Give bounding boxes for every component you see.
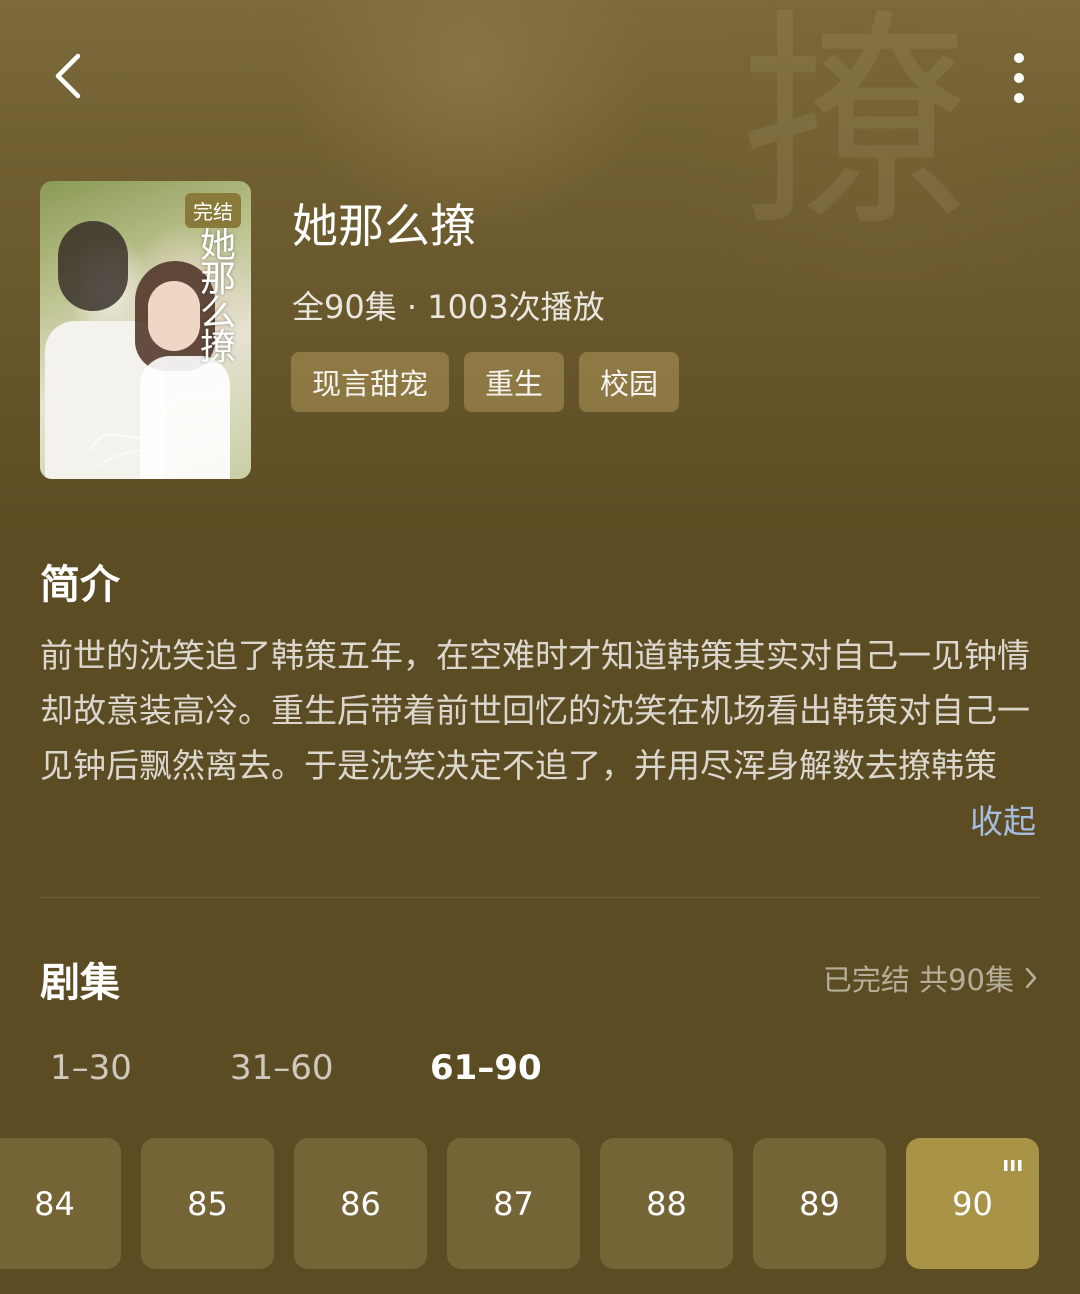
- range-tab-active[interactable]: 61–90: [430, 1048, 542, 1088]
- range-tab[interactable]: 1–30: [50, 1048, 132, 1088]
- episode-number: 85: [187, 1184, 228, 1223]
- more-vertical-icon: [1014, 53, 1024, 103]
- completed-badge: 完结: [185, 193, 241, 228]
- playing-bars-icon: [1004, 1160, 1022, 1171]
- background-title-art: 撩: [740, 0, 971, 258]
- episode-number: 87: [493, 1184, 534, 1223]
- episode-number: 89: [799, 1184, 840, 1223]
- episode-list: 84 85 86 87 88 89 90: [0, 1138, 1080, 1269]
- poster-script-decoration: [89, 390, 226, 467]
- drama-title: 她那么撩: [292, 199, 476, 253]
- tag-item[interactable]: 现言甜宠: [291, 352, 450, 412]
- collapse-button[interactable]: 收起: [970, 795, 1036, 843]
- episode-button[interactable]: 85: [141, 1138, 274, 1269]
- episode-number: 88: [646, 1184, 687, 1223]
- synopsis-text: 前世的沈笑追了韩策五年，在空难时才知道韩策其实对自己一见钟情却故意装高冷。重生后…: [40, 636, 1030, 785]
- episode-play-count: 全90集 · 1003次播放: [292, 288, 605, 326]
- tag-item[interactable]: 重生: [464, 352, 565, 412]
- episode-number: 84: [34, 1184, 75, 1223]
- chevron-right-icon: [1025, 967, 1037, 989]
- episode-button-current[interactable]: 90: [906, 1138, 1039, 1269]
- episode-button[interactable]: 87: [447, 1138, 580, 1269]
- synopsis-heading: 简介: [40, 562, 120, 608]
- episode-number: 90: [952, 1184, 993, 1223]
- back-button[interactable]: [40, 48, 96, 104]
- episodes-heading: 剧集: [40, 960, 120, 1006]
- section-divider: [40, 897, 1040, 898]
- episode-status-link[interactable]: 已完结 共90集: [823, 957, 1038, 999]
- tag-list: 现言甜宠 重生 校园: [291, 352, 680, 412]
- drama-poster[interactable]: 她那么撩 完结: [40, 181, 251, 479]
- episode-button[interactable]: 88: [600, 1138, 733, 1269]
- chevron-left-icon: [55, 53, 81, 99]
- more-options-button[interactable]: [995, 48, 1043, 108]
- poster-figure: [58, 221, 128, 311]
- episode-status-text: 已完结 共90集: [822, 963, 1014, 997]
- poster-title-art: 她那么撩: [199, 225, 236, 368]
- episode-number: 86: [340, 1184, 381, 1223]
- tag-item[interactable]: 校园: [579, 352, 680, 412]
- episode-button[interactable]: 89: [753, 1138, 886, 1269]
- episode-button[interactable]: 86: [294, 1138, 427, 1269]
- episode-button[interactable]: 84: [0, 1138, 121, 1269]
- range-tab[interactable]: 31–60: [230, 1048, 334, 1088]
